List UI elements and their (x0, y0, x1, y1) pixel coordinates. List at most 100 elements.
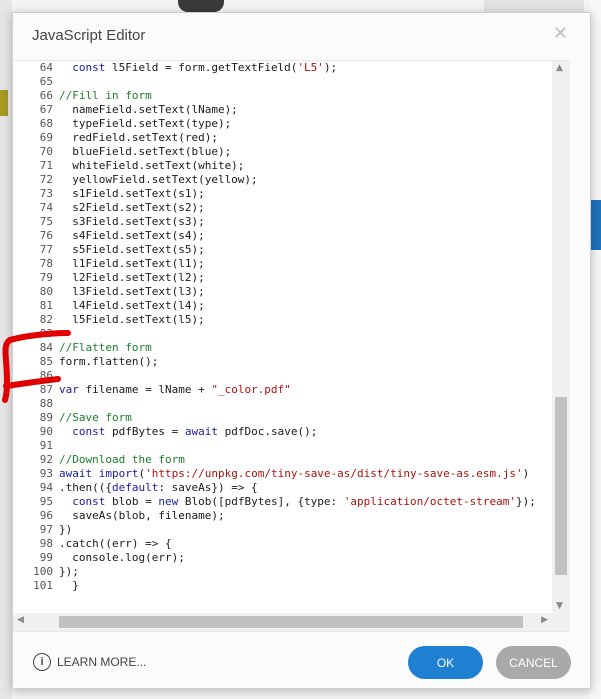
code-line[interactable]: 87 var filename = lName + "_color.pdf" (13, 383, 552, 397)
code-line[interactable]: 88 (13, 397, 552, 411)
code-text: yellowField.setText(yellow); (59, 173, 258, 186)
code-line[interactable]: 77 s5Field.setText(s5); (13, 243, 552, 257)
code-text: l1Field.setText(l1); (59, 257, 205, 270)
code-text: l4Field.setText(l4); (59, 299, 205, 312)
code-line[interactable]: 79 l2Field.setText(l2); (13, 271, 552, 285)
line-number: 92 (39, 453, 53, 466)
code-line[interactable]: 92 //Download the form (13, 453, 552, 467)
code-line[interactable]: 73 s1Field.setText(s1); (13, 187, 552, 201)
code-line[interactable]: 69 redField.setText(red); (13, 131, 552, 145)
line-number: 76 (39, 229, 53, 242)
ok-button[interactable]: OK (408, 646, 483, 679)
learn-more-link[interactable]: i LEARN MORE... (33, 653, 146, 671)
code-text: typeField.setText(type); (59, 117, 232, 130)
avatar (178, 0, 224, 12)
cancel-button[interactable]: CANCEL (496, 646, 571, 679)
vertical-scrollbar[interactable]: ▲ ▼ (552, 61, 570, 613)
line-number: 90 (39, 425, 53, 438)
code-area[interactable]: 64 const l5Field = form.getTextField('L5… (13, 61, 552, 613)
code-line[interactable]: 89 //Save form (13, 411, 552, 425)
code-line[interactable]: 94 .then(({default: saveAs}) => { (13, 481, 552, 495)
code-line[interactable]: 72 yellowField.setText(yellow); (13, 173, 552, 187)
code-text: s4Field.setText(s4); (59, 229, 205, 242)
code-line[interactable]: 65 (13, 75, 552, 89)
vertical-scroll-thumb[interactable] (555, 397, 567, 575)
line-number: 77 (39, 243, 53, 256)
line-number: 81 (39, 299, 53, 312)
close-icon[interactable]: ✕ (553, 23, 568, 44)
code-line[interactable]: 93 await import('https://unpkg.com/tiny-s… (13, 467, 552, 481)
line-number: 66 (39, 89, 53, 102)
code-line[interactable]: 95 const blob = new Blob([pdfBytes], {ty… (13, 495, 552, 509)
line-number: 91 (39, 439, 53, 452)
code-text: s1Field.setText(s1); (59, 187, 205, 200)
line-number: 98 (39, 537, 53, 550)
code-line[interactable]: 84//Flatten form (13, 341, 552, 355)
info-icon: i (33, 653, 51, 671)
line-number: 96 (39, 509, 53, 522)
line-number: 97 (39, 523, 53, 536)
code-line[interactable]: 66 //Fill in form (13, 89, 552, 103)
code-text: //Save form (59, 411, 132, 424)
code-text: //Download the form (59, 453, 185, 466)
line-number: 74 (39, 201, 53, 214)
code-text: nameField.setText(lName); (59, 103, 238, 116)
code-line[interactable]: 96 saveAs(blob, filename); (13, 509, 552, 523)
line-number: 73 (39, 187, 53, 200)
scroll-left-icon[interactable]: ◀ (17, 615, 24, 625)
horizontal-scroll-thumb[interactable] (59, 616, 523, 628)
code-line[interactable]: 78 l1Field.setText(l1); (13, 257, 552, 271)
code-text: l2Field.setText(l2); (59, 271, 205, 284)
line-number: 75 (39, 215, 53, 228)
code-line[interactable]: 76 s4Field.setText(s4); (13, 229, 552, 243)
code-line[interactable]: 75 s3Field.setText(s3); (13, 215, 552, 229)
code-line[interactable]: 98 .catch((err) => { (13, 537, 552, 551)
code-line[interactable]: 100}); (13, 565, 552, 579)
code-text: redField.setText(red); (59, 131, 218, 144)
code-line[interactable]: 68 typeField.setText(type); (13, 117, 552, 131)
line-number: 89 (39, 411, 53, 424)
code-line[interactable]: 90 const pdfBytes = await pdfDoc.save(); (13, 425, 552, 439)
code-line[interactable]: 67 nameField.setText(lName); (13, 103, 552, 117)
code-line[interactable]: 83 (13, 327, 552, 341)
scrollbar-corner (552, 613, 570, 631)
code-text: l5Field.setText(l5); (59, 313, 205, 326)
line-number: 69 (39, 131, 53, 144)
code-line[interactable]: 97}) (13, 523, 552, 537)
code-line[interactable]: 81 l4Field.setText(l4); (13, 299, 552, 313)
code-text: }); (59, 565, 79, 578)
code-line[interactable]: 85 form.flatten(); (13, 355, 552, 369)
code-text: l3Field.setText(l3); (59, 285, 205, 298)
background-toolbar (484, 0, 584, 12)
code-line[interactable]: 74 s2Field.setText(s2); (13, 201, 552, 215)
code-text: var filename = lName + "_color.pdf" (59, 383, 291, 396)
line-number: 67 (39, 103, 53, 116)
code-line[interactable]: 86 (13, 369, 552, 383)
code-line[interactable]: 99 console.log(err); (13, 551, 552, 565)
background-selection (591, 200, 601, 250)
code-line[interactable]: 80 l3Field.setText(l3); (13, 285, 552, 299)
horizontal-scrollbar[interactable]: ◀ ▶ (13, 613, 552, 631)
javascript-editor-dialog: JavaScript Editor ✕ 64 const l5Field = f… (12, 12, 591, 689)
scroll-right-icon[interactable]: ▶ (541, 615, 548, 625)
background-accent (0, 90, 8, 116)
code-text: blueField.setText(blue); (59, 145, 232, 158)
scroll-up-icon[interactable]: ▲ (556, 63, 563, 73)
code-line[interactable]: 70 blueField.setText(blue); (13, 145, 552, 159)
code-line[interactable]: 71 whiteField.setText(white); (13, 159, 552, 173)
line-number: 99 (39, 551, 53, 564)
scroll-down-icon[interactable]: ▼ (556, 601, 563, 611)
code-line[interactable]: 91 (13, 439, 552, 453)
line-number: 93 (39, 467, 53, 480)
line-number: 82 (39, 313, 53, 326)
code-text: const pdfBytes = await pdfDoc.save(); (72, 425, 318, 438)
code-text: //Fill in form (59, 89, 152, 102)
code-line[interactable]: 101 } (13, 579, 552, 593)
line-number: 95 (39, 495, 53, 508)
code-editor[interactable]: 64 const l5Field = form.getTextField('L5… (13, 60, 570, 632)
line-number: 101 (33, 579, 53, 592)
code-line[interactable]: 64 const l5Field = form.getTextField('L5… (13, 61, 552, 75)
line-number: 72 (39, 173, 53, 186)
code-text: .catch((err) => { (59, 537, 172, 550)
code-line[interactable]: 82 l5Field.setText(l5); (13, 313, 552, 327)
